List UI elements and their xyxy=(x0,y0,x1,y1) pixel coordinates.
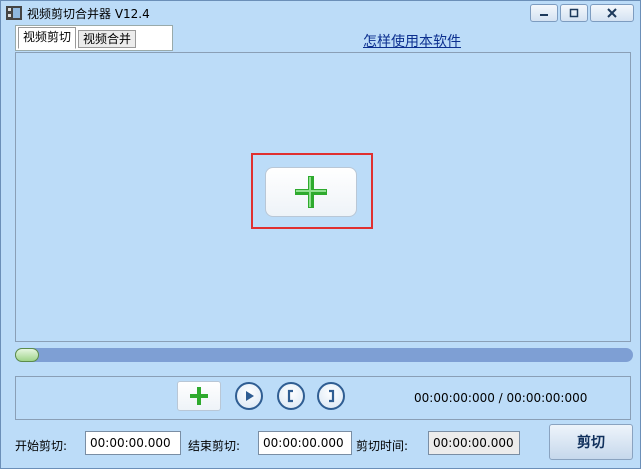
end-cut-label: 结束剪切: xyxy=(188,439,241,453)
start-cut-label: 开始剪切: xyxy=(15,439,68,453)
film-icon xyxy=(6,6,22,20)
window-title: 视频剪切合并器 V12.4 xyxy=(27,7,150,21)
timeline-handle[interactable] xyxy=(15,348,39,362)
cut-duration-input xyxy=(428,431,520,455)
close-icon xyxy=(591,5,633,21)
end-cut-input[interactable] xyxy=(258,431,352,455)
title-bar: 视频剪切合并器 V12.4 xyxy=(1,1,640,25)
video-preview-area xyxy=(15,52,631,342)
bracket-left-icon xyxy=(279,384,303,408)
tab-video-cut[interactable]: 视频剪切 xyxy=(18,27,77,49)
minimize-button[interactable] xyxy=(530,4,558,22)
play-button[interactable] xyxy=(235,382,263,410)
highlight-box xyxy=(251,153,373,229)
cut-duration-label: 剪切时间: xyxy=(356,439,409,453)
minimize-icon xyxy=(531,5,557,21)
plus-icon xyxy=(178,382,220,410)
help-link[interactable]: 怎样使用本软件 xyxy=(363,31,461,51)
time-display: 00:00:00:000 / 00:00:00:000 xyxy=(414,391,588,405)
cut-settings-row: 开始剪切: 结束剪切: 剪切时间: xyxy=(1,429,640,455)
cut-button[interactable]: 剪切 xyxy=(549,424,633,460)
playback-controls: 00:00:00:000 / 00:00:00:000 xyxy=(15,376,631,420)
bracket-right-icon xyxy=(319,384,343,408)
app-window: 视频剪切合并器 V12.4 视频剪切 视频合并 怎样使用本软件 00:00:00… xyxy=(0,0,641,469)
close-button[interactable] xyxy=(590,4,634,22)
add-file-button[interactable] xyxy=(177,381,221,411)
tab-strip: 视频剪切 视频合并 xyxy=(15,25,173,51)
start-cut-input[interactable] xyxy=(85,431,181,455)
mark-in-button[interactable] xyxy=(277,382,305,410)
mark-out-button[interactable] xyxy=(317,382,345,410)
maximize-icon xyxy=(561,5,587,21)
play-icon xyxy=(237,384,261,408)
tab-video-merge[interactable]: 视频合并 xyxy=(78,30,137,48)
timeline-slider[interactable] xyxy=(15,348,633,362)
maximize-button[interactable] xyxy=(560,4,588,22)
